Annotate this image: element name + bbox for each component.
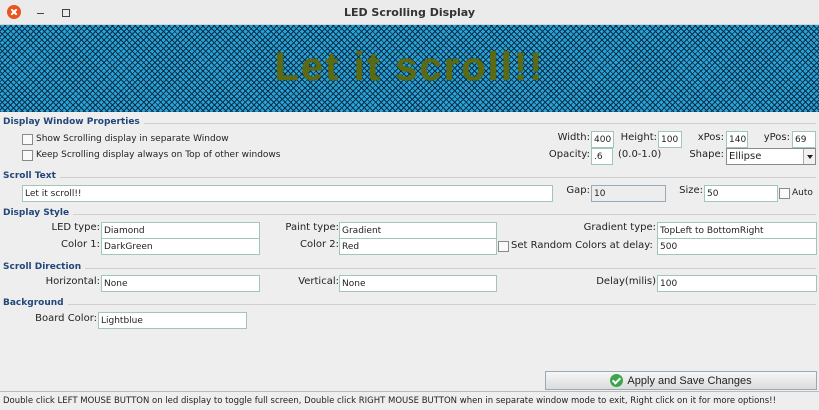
check-circle-icon [610,374,624,387]
color1-label: Color 1: [60,239,100,250]
size-field[interactable]: 50 [704,185,778,202]
random-delay-field[interactable]: 500 [657,238,817,255]
divider [3,304,816,305]
shape-select[interactable]: Ellipse [726,148,816,165]
gradient-type-label: Gradient type: [583,222,656,233]
xpos-label: xPos: [697,132,724,143]
color2-label: Color 2: [299,239,339,250]
paint-type-label: Paint type: [285,222,339,233]
section-display-style: Display Style [3,208,816,220]
random-colors-label: Set Random Colors at delay: [511,240,653,251]
random-colors-checkbox[interactable] [498,241,509,252]
gap-label: Gap: [566,185,590,196]
led-type-field[interactable]: Diamond [101,222,260,239]
auto-size-checkbox[interactable] [779,188,790,199]
led-type-label: LED type: [51,222,100,233]
opacity-range-hint: (0.0-1.0) [618,149,662,160]
section-label: Scroll Direction [3,262,86,272]
xpos-field[interactable]: 140 [726,131,748,148]
window-title: LED Scrolling Display [343,6,476,19]
section-label: Display Window Properties [3,117,144,127]
width-label: Width: [557,132,590,143]
paint-type-field[interactable]: Gradient [339,222,497,239]
delay-label: Delay(milis) [596,276,656,287]
section-label: Scroll Text [3,171,60,181]
section-background: Background [3,298,816,310]
horizontal-label: Horizontal: [45,276,100,287]
always-on-top-checkbox[interactable] [22,150,33,161]
divider [3,214,816,215]
ypos-field[interactable]: 69 [792,131,816,148]
separate-window-checkbox[interactable] [22,134,33,145]
divider [3,177,816,178]
delay-field[interactable]: 100 [657,275,817,292]
vertical-field[interactable]: None [339,275,497,292]
led-display[interactable]: Let it scroll!! [0,25,819,112]
section-label: Background [3,298,68,308]
width-field[interactable]: 400 [591,131,614,148]
board-color-label: Board Color: [35,313,97,324]
led-scroll-text: Let it scroll!! [274,45,545,89]
vertical-label: Vertical: [298,276,339,287]
section-scroll-direction: Scroll Direction [3,262,816,274]
opacity-field[interactable]: .6 [591,148,613,165]
title-bar: LED Scrolling Display [0,0,819,25]
divider [3,268,816,269]
shape-label: Shape: [689,149,724,160]
horizontal-field[interactable]: None [101,275,260,292]
gradient-type-field[interactable]: TopLeft to BottomRight [657,222,817,239]
section-label: Display Style [3,208,74,218]
color2-field[interactable]: Red [339,238,497,255]
apply-save-label: Apply and Save Changes [627,374,752,387]
section-scroll-text: Scroll Text [3,171,816,183]
height-label: Height: [620,132,657,143]
gap-field[interactable]: 10 [591,185,666,202]
status-bar: Double click LEFT MOUSE BUTTON on led di… [0,391,819,410]
chevron-down-icon [803,149,815,164]
board-color-field[interactable]: Lightblue [98,312,247,329]
always-on-top-label: Keep Scrolling display always on Top of … [36,150,281,160]
opacity-label: Opacity: [548,149,590,160]
section-display-window: Display Window Properties [3,117,816,129]
scroll-text-input[interactable]: Let it scroll!! [22,185,553,202]
apply-save-button[interactable]: Apply and Save Changes [545,371,817,390]
shape-select-value: Ellipse [729,151,762,162]
ypos-label: yPos: [763,132,790,143]
auto-size-label: Auto [792,188,813,198]
color1-field[interactable]: DarkGreen [101,238,260,255]
size-label: Size: [679,185,703,196]
height-field[interactable]: 100 [658,131,682,148]
separate-window-label: Show Scrolling display in separate Windo… [36,134,229,144]
